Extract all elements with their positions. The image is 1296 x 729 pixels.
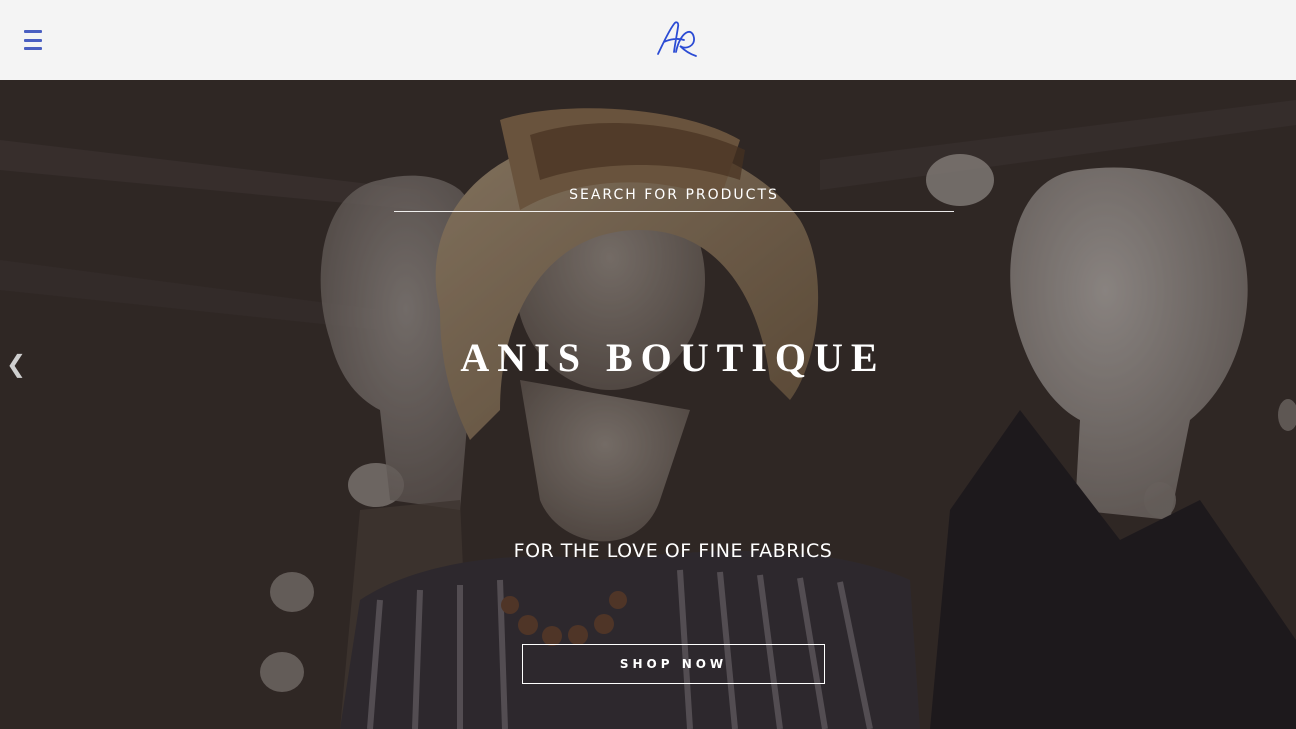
hamburger-menu-icon[interactable] bbox=[22, 29, 44, 51]
shop-now-button[interactable]: SHOP NOW bbox=[522, 644, 825, 684]
search-input[interactable] bbox=[394, 172, 954, 211]
search-bar bbox=[394, 172, 954, 212]
hero-subtitle: FOR THE LOVE OF FINE FABRICS bbox=[513, 540, 833, 562]
hero-banner: ❮ ANIS BOUTIQUE FOR THE LOVE OF FINE FAB… bbox=[0, 80, 1296, 729]
hero-title: ANIS BOUTIQUE bbox=[460, 335, 886, 380]
logo[interactable] bbox=[652, 18, 700, 60]
site-header bbox=[0, 0, 1296, 80]
